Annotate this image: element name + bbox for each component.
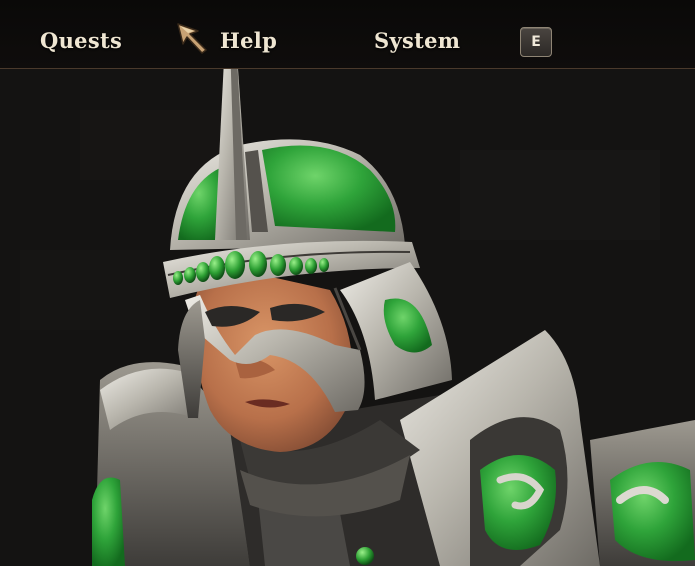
menu-system[interactable]: System (374, 28, 460, 53)
character-portrait (0, 40, 695, 566)
menu-quests[interactable]: Quests (40, 28, 122, 53)
menu-help[interactable]: Help (220, 28, 277, 53)
keybind-e-icon[interactable]: E (520, 27, 552, 57)
game-screen: Quests Help System E (0, 0, 695, 566)
top-menu-bar: Quests Help System E (0, 0, 695, 69)
mouse-cursor-icon (177, 23, 207, 54)
